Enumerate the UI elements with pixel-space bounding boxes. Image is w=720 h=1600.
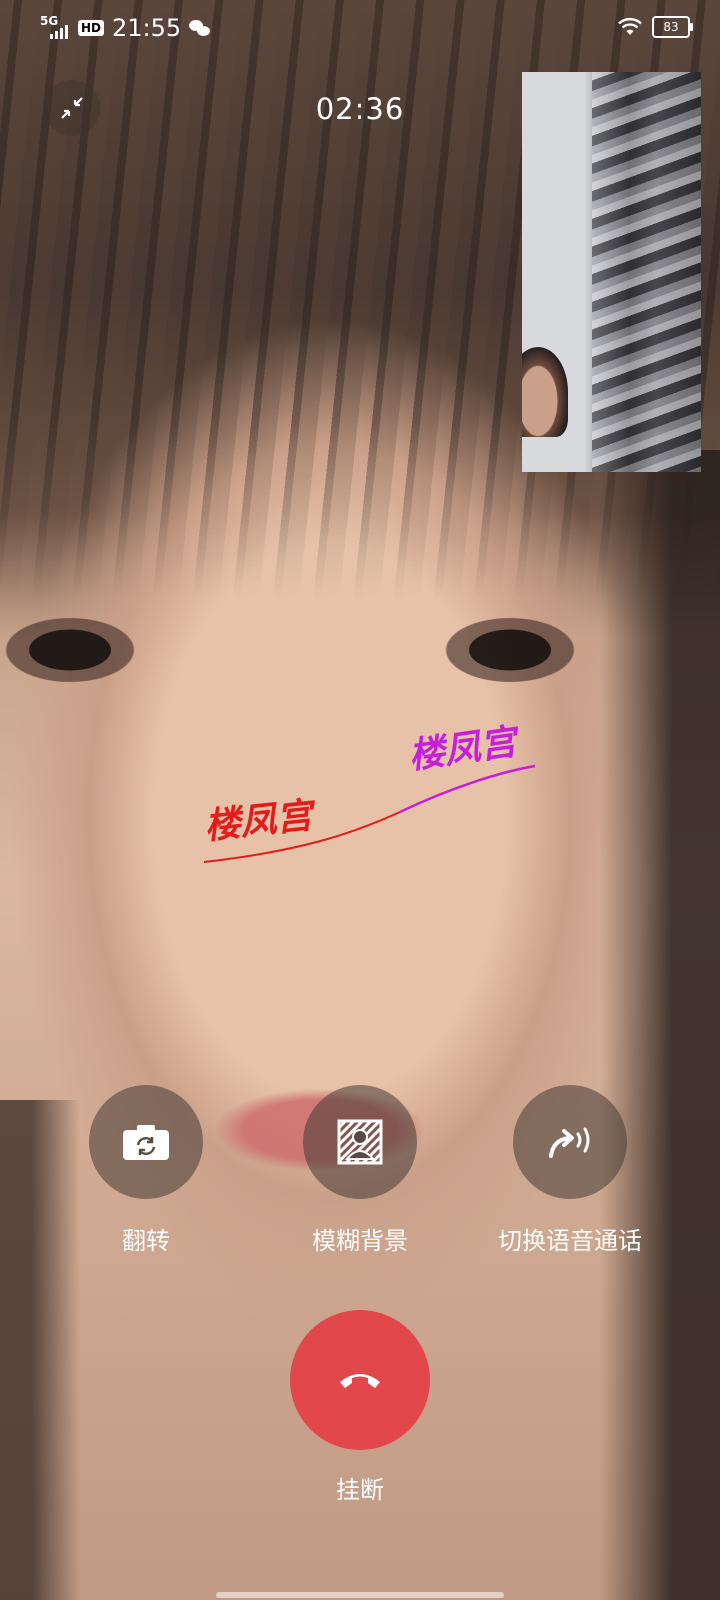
battery-icon: 83 xyxy=(652,16,693,38)
status-bar: 5G HD 21:55 83 xyxy=(0,0,720,58)
hd-badge: HD xyxy=(78,20,105,36)
wifi-icon xyxy=(618,17,642,35)
blur-background-label: 模糊背景 xyxy=(312,1227,408,1255)
hangup-button[interactable] xyxy=(290,1310,430,1450)
status-time: 21:55 xyxy=(112,14,182,42)
flip-camera-button[interactable] xyxy=(89,1085,203,1199)
camera-flip-icon xyxy=(123,1125,169,1160)
watermark: 楼凤宫 楼凤宫 xyxy=(200,720,540,870)
blur-background-button[interactable] xyxy=(303,1085,417,1199)
switch-voice-label: 切换语音通话 xyxy=(498,1227,642,1255)
signal-icon: 5G xyxy=(40,15,70,41)
switch-voice-action: 切换语音通话 xyxy=(470,1085,670,1256)
hangup-label: 挂断 xyxy=(336,1476,384,1504)
remote-video-hair-right xyxy=(600,450,720,1600)
blur-background-icon xyxy=(337,1119,383,1165)
home-indicator[interactable] xyxy=(216,1592,504,1598)
wechat-icon xyxy=(189,18,211,38)
battery-level: 83 xyxy=(663,20,679,34)
flip-camera-action: 翻转 xyxy=(46,1085,246,1256)
flip-camera-label: 翻转 xyxy=(122,1227,170,1255)
blur-background-action: 模糊背景 xyxy=(260,1085,460,1256)
voice-switch-icon xyxy=(549,1127,590,1158)
switch-voice-button[interactable] xyxy=(513,1085,627,1199)
local-video-preview[interactable] xyxy=(522,72,701,472)
phone-hangup-icon xyxy=(340,1374,380,1388)
